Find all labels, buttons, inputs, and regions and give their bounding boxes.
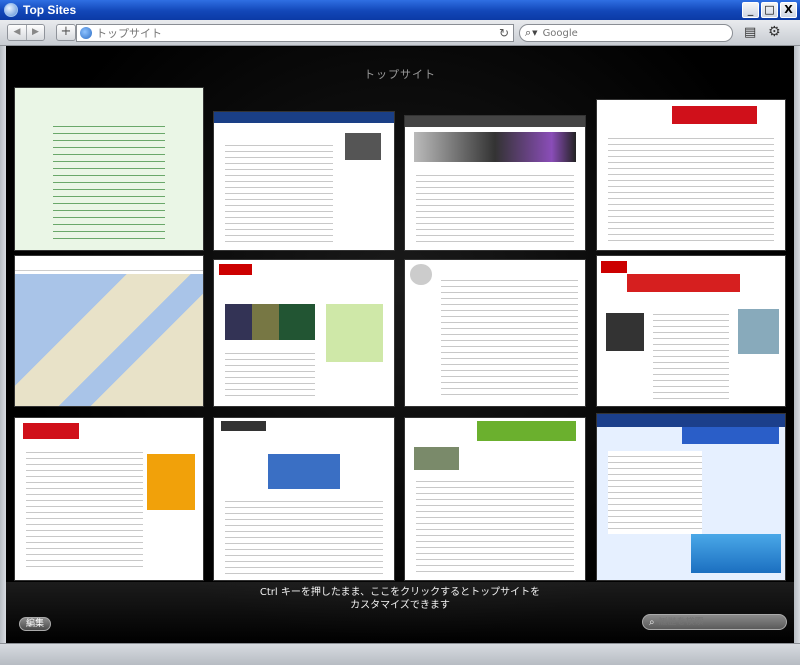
top-sites-heading: トップサイト bbox=[364, 68, 436, 81]
history-search-field: ⌕ bbox=[642, 614, 787, 630]
chevron-down-icon[interactable]: ▼ bbox=[532, 29, 537, 37]
thumbnail-image bbox=[414, 132, 576, 162]
thumbnail-image bbox=[414, 447, 459, 470]
thumbnail-logo bbox=[219, 264, 252, 275]
maximize-button[interactable]: □ bbox=[761, 2, 778, 18]
thumbnail-yahoo-japan-2[interactable] bbox=[14, 417, 204, 581]
thumbnail-content bbox=[415, 476, 575, 574]
thumbnail-content bbox=[653, 308, 729, 399]
thumbnail-wikipedia[interactable] bbox=[404, 259, 586, 407]
thumbnail-expedia[interactable] bbox=[596, 413, 786, 581]
search-icon[interactable]: ⌕ bbox=[525, 26, 531, 40]
thumbnail-site-1[interactable] bbox=[14, 87, 204, 251]
customize-hint-line1: Ctrl キーを押したまま、ここをクリックするとトップサイトを bbox=[259, 587, 541, 598]
thumbnail-google-maps[interactable] bbox=[14, 255, 204, 407]
thumbnail-logo bbox=[22, 422, 79, 440]
back-button[interactable]: ◀ bbox=[8, 25, 26, 40]
customize-hint: Ctrl キーを押したまま、ここをクリックするとトップサイトを カスタマイズでき… bbox=[6, 586, 794, 612]
thumbnail-image bbox=[224, 303, 315, 341]
thumbnail-image bbox=[691, 533, 782, 574]
thumbnail-banner bbox=[268, 453, 340, 490]
close-button[interactable]: X bbox=[780, 2, 797, 18]
thumbnail-ad bbox=[738, 308, 780, 354]
window-frame-right bbox=[794, 46, 800, 643]
globe-icon bbox=[80, 27, 92, 39]
thumbnail-content bbox=[224, 139, 333, 242]
thumbnail-amazon[interactable] bbox=[213, 417, 395, 581]
window-controls: _ □ X bbox=[742, 2, 797, 18]
history-search-input[interactable] bbox=[658, 617, 774, 627]
thumbnail-content bbox=[52, 120, 166, 241]
page-menu-icon[interactable]: ▤ bbox=[744, 25, 756, 40]
thumbnail-image bbox=[606, 313, 644, 351]
thumbnail-header bbox=[214, 112, 394, 124]
thumbnail-banner bbox=[627, 274, 740, 292]
safari-icon bbox=[4, 3, 18, 17]
thumbnail-image bbox=[345, 132, 382, 161]
thumbnail-content bbox=[441, 274, 578, 399]
thumbnail-content bbox=[26, 447, 143, 568]
thumbnail-yahoo-japan[interactable] bbox=[596, 99, 786, 251]
title-bar: Top Sites _ □ X bbox=[0, 0, 800, 20]
thumbnail-ad bbox=[146, 453, 196, 511]
thumbnail-ad bbox=[325, 303, 384, 363]
window-title: Top Sites bbox=[23, 3, 77, 17]
top-sites-view: トップサイト Ctrl キーを押したまま、ここをクリックするとトップサイトを カ… bbox=[6, 47, 794, 643]
map-image bbox=[15, 274, 203, 406]
toolbar: ◀ ▶ + ↻ ⌕ ▼ ▤ ⚙ bbox=[0, 20, 800, 46]
thumbnail-site-3[interactable] bbox=[404, 115, 586, 251]
address-input[interactable] bbox=[96, 26, 486, 40]
address-bar: ↻ bbox=[76, 24, 514, 42]
edit-button[interactable]: 編集 bbox=[19, 617, 51, 631]
forward-button[interactable]: ▶ bbox=[26, 25, 44, 40]
gear-icon[interactable]: ⚙ bbox=[768, 24, 781, 40]
thumbnail-content bbox=[224, 495, 384, 574]
thumbnail-youtube[interactable] bbox=[213, 259, 395, 407]
search-input[interactable] bbox=[542, 27, 703, 39]
thumbnail-content bbox=[224, 347, 315, 399]
thumbnail-news-site[interactable] bbox=[404, 417, 586, 581]
add-bookmark-button[interactable]: + bbox=[56, 24, 76, 41]
reload-icon[interactable]: ↻ bbox=[499, 26, 509, 40]
search-field: ⌕ ▼ bbox=[519, 24, 733, 42]
thumbnail-content bbox=[415, 169, 575, 244]
wikipedia-logo bbox=[410, 264, 432, 285]
minimize-button[interactable]: _ bbox=[742, 2, 759, 18]
thumbnail-banner bbox=[477, 421, 576, 441]
thumbnail-header bbox=[15, 256, 203, 271]
status-bar bbox=[0, 643, 800, 665]
customize-hint-line2: カスタマイズできます bbox=[350, 600, 450, 611]
search-icon: ⌕ bbox=[649, 616, 655, 628]
thumbnail-header bbox=[405, 116, 585, 127]
thumbnail-content bbox=[608, 133, 774, 244]
thumbnail-logo bbox=[672, 106, 757, 124]
thumbnail-logo bbox=[221, 421, 267, 431]
thumbnail-banner bbox=[681, 427, 780, 444]
thumbnail-logo bbox=[600, 260, 628, 273]
thumbnail-header bbox=[597, 414, 785, 428]
thumbnail-content bbox=[608, 450, 703, 534]
nav-buttons: ◀ ▶ bbox=[7, 24, 45, 41]
thumbnail-site-2[interactable] bbox=[213, 111, 395, 251]
thumbnail-cnn-japan[interactable] bbox=[596, 255, 786, 407]
